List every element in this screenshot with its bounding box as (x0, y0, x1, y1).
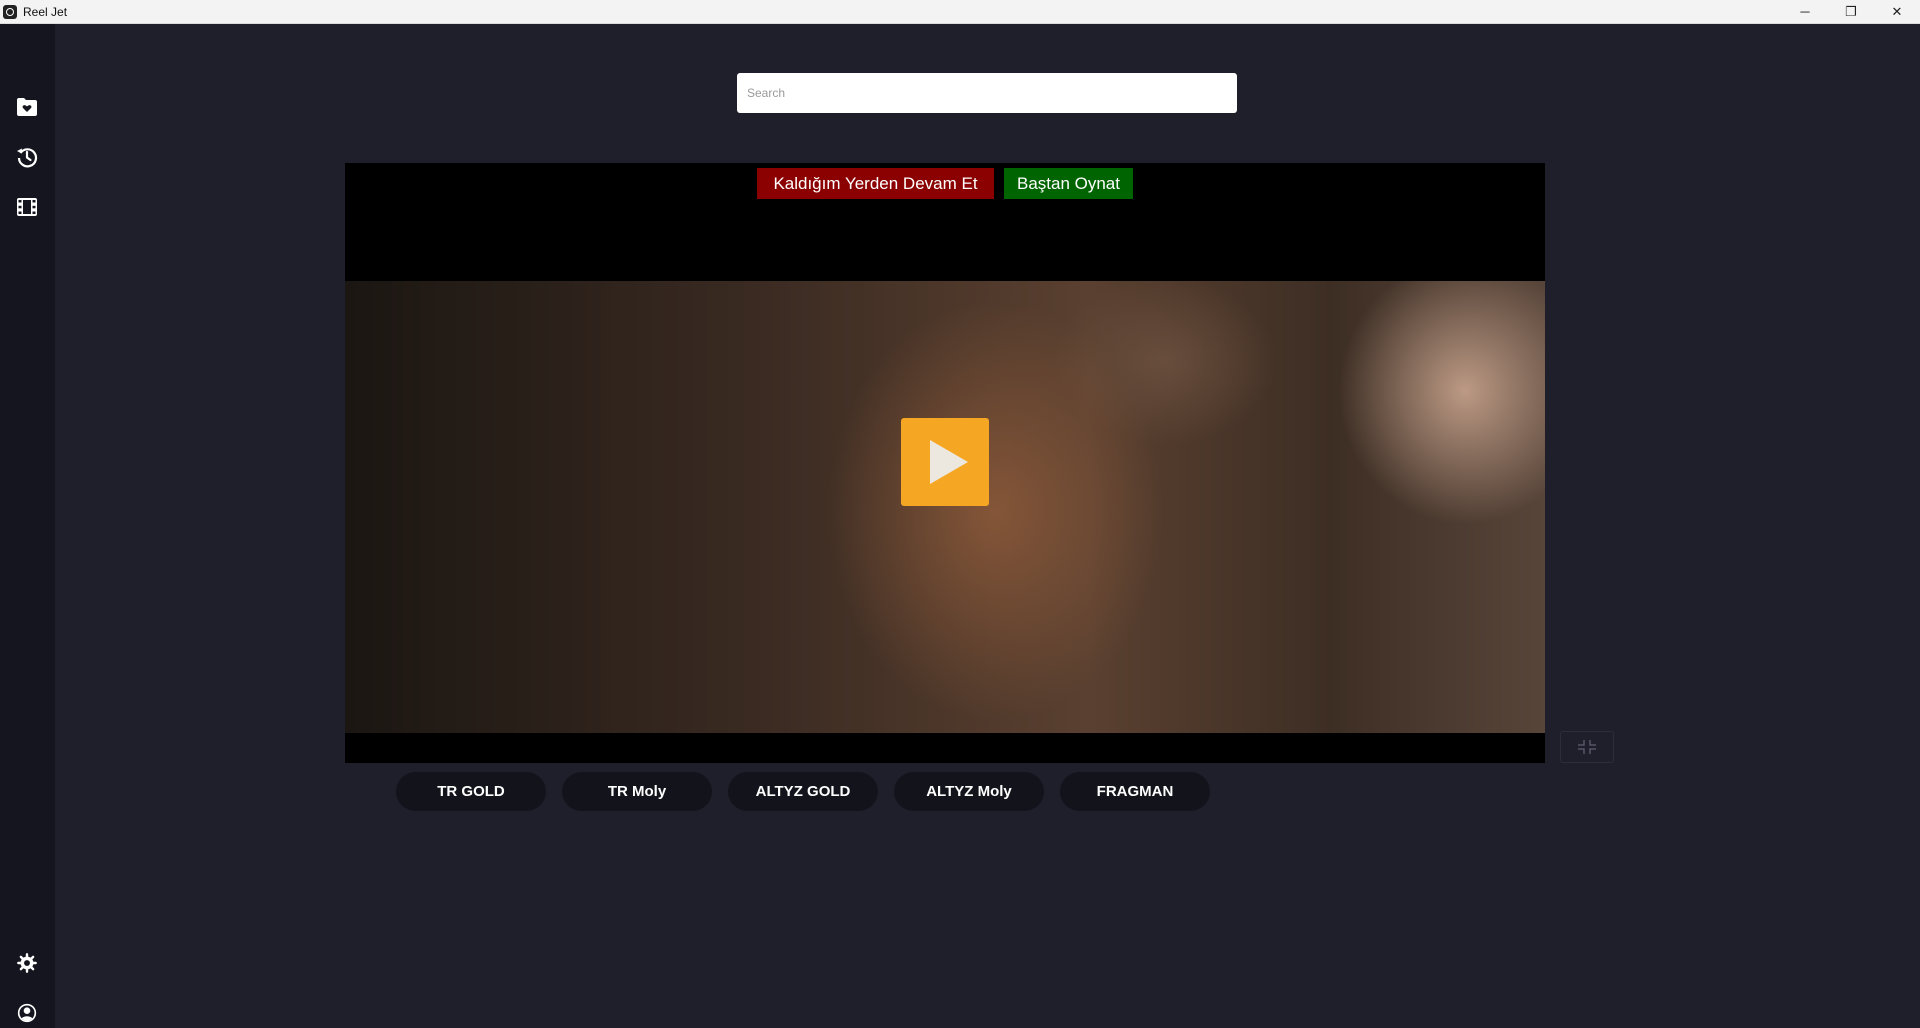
window-titlebar: Reel Jet ─ ❐ ✕ (0, 0, 1920, 24)
search-input[interactable] (737, 73, 1237, 113)
play-button[interactable] (901, 418, 989, 506)
collapse-button[interactable] (1560, 731, 1614, 763)
source-button-altyz-moly[interactable]: ALTYZ Moly (894, 772, 1044, 811)
app-logo-icon (3, 4, 17, 19)
maximize-button[interactable]: ❐ (1828, 0, 1874, 23)
source-button-fragman[interactable]: FRAGMAN (1060, 772, 1210, 811)
close-button[interactable]: ✕ (1874, 0, 1920, 23)
video-player[interactable]: Kaldığım Yerden Devam Et Baştan Oynat (345, 163, 1545, 763)
source-button-altyz-gold[interactable]: ALTYZ GOLD (728, 772, 878, 811)
minimize-button[interactable]: ─ (1782, 0, 1828, 23)
window-title: Reel Jet (23, 4, 68, 19)
search-bar (737, 73, 1237, 113)
settings-icon[interactable] (14, 950, 40, 976)
source-button-tr-gold[interactable]: TR GOLD (396, 772, 546, 811)
account-icon[interactable] (14, 1000, 40, 1026)
restart-button[interactable]: Baştan Oynat (1004, 168, 1133, 199)
favorites-folder-icon[interactable] (14, 94, 40, 120)
history-icon[interactable] (14, 144, 40, 170)
window-controls: ─ ❐ ✕ (1782, 0, 1920, 23)
resume-button[interactable]: Kaldığım Yerden Devam Et (757, 168, 994, 199)
source-button-tr-moly[interactable]: TR Moly (562, 772, 712, 811)
movies-icon[interactable] (14, 194, 40, 220)
collapse-icon (1578, 740, 1596, 754)
source-selector: TR GOLD TR Moly ALTYZ GOLD ALTYZ Moly FR… (396, 772, 1210, 811)
sidebar (0, 24, 55, 1028)
video-frame (345, 281, 1545, 733)
